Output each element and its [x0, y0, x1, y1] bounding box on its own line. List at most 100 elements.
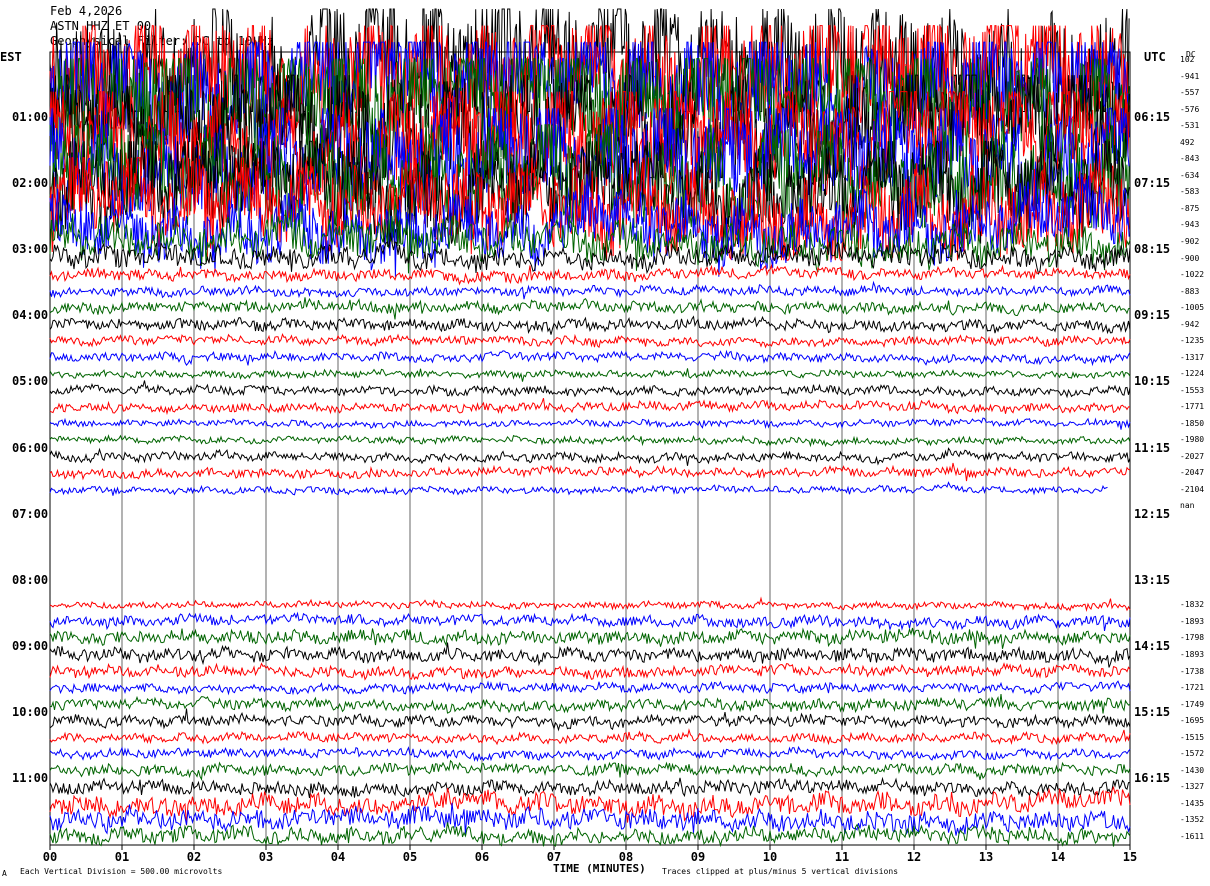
helicorder-plot: 00 01 02 03 04 05 06 07 08 09 10 11 12 13 14 15	[43, 8, 1137, 864]
seismic-trace	[49, 333, 1131, 349]
dc-offset-label: -941	[1180, 71, 1200, 81]
seismic-trace	[49, 694, 1131, 714]
seismic-trace	[49, 708, 1131, 732]
est-hour-label: 05:00	[12, 374, 49, 389]
x-tick-label: 00	[43, 850, 57, 864]
dc-offset-label: -1352	[1180, 815, 1205, 825]
dc-offset-label: -2104	[1180, 484, 1205, 494]
dc-offset-label: -1515	[1180, 732, 1205, 742]
seismic-trace	[49, 642, 1131, 668]
est-hour-label: 06:00	[12, 440, 49, 455]
dc-offset-label: -1721	[1180, 683, 1205, 693]
seismic-trace	[49, 759, 1131, 782]
dc-offset-label: -1224	[1180, 369, 1205, 379]
dc-offset-label: -1798	[1180, 633, 1205, 643]
dc-offset-label: -1771	[1180, 402, 1205, 412]
dc-offset-label: -1317	[1180, 352, 1205, 362]
dc-offset-label: 492	[1180, 137, 1195, 147]
utc-hour-label: 12:15	[1134, 506, 1171, 521]
est-hour-label: 10:00	[12, 704, 49, 719]
utc-hour-label: 09:15	[1134, 308, 1171, 323]
dc-offset-label: -1572	[1180, 749, 1205, 759]
dc-offset-label: -1235	[1180, 336, 1205, 346]
seismic-trace	[49, 611, 1131, 631]
x-tick-label: 11	[835, 850, 849, 864]
dc-offset-label: -1435	[1180, 798, 1205, 808]
dc-offset-label: -1832	[1180, 600, 1205, 610]
est-hour-label: 01:00	[12, 110, 49, 125]
est-hour-label: 02:00	[12, 176, 49, 191]
dc-offset-label: -557	[1180, 88, 1200, 98]
dc-offset-label: -1893	[1180, 650, 1205, 659]
x-tick-label: 15	[1123, 850, 1137, 864]
seismic-trace	[49, 368, 1131, 382]
seismic-trace	[49, 728, 1131, 746]
dc-offset-label: -883	[1180, 286, 1200, 296]
est-hour-label: 07:00	[12, 506, 49, 521]
dc-offset-label: -1738	[1180, 666, 1205, 676]
dc-offset-label: -1749	[1180, 699, 1205, 709]
dc-offset-label: -1022	[1180, 270, 1205, 280]
x-tick-label: 01	[115, 850, 129, 864]
seismic-trace	[49, 776, 1130, 799]
x-tick-label: 10	[763, 850, 777, 864]
dc-offset-label: -2027	[1180, 451, 1205, 461]
seismic-trace	[49, 462, 1131, 482]
utc-hour-label: 10:15	[1134, 374, 1171, 389]
utc-hour-label: 11:15	[1134, 440, 1171, 455]
utc-hour-label: 15:15	[1134, 704, 1171, 719]
est-hour-label: 03:00	[12, 242, 49, 257]
x-tick-label: 09	[691, 850, 705, 864]
seismic-trace	[49, 447, 1131, 466]
dc-offset-label: -1430	[1180, 765, 1205, 775]
dc-offset-label: -576	[1180, 104, 1200, 114]
seismic-trace	[49, 417, 1131, 430]
right-axis-title: UTC	[1144, 50, 1166, 64]
x-tick-label: 03	[259, 850, 273, 864]
x-tick-label: 14	[1051, 850, 1065, 864]
dc-offset-label: -875	[1180, 203, 1200, 213]
dc-offset-label: -2047	[1180, 468, 1205, 478]
x-tick-label: 13	[979, 850, 993, 864]
seismic-trace	[49, 349, 1131, 367]
dc-offset-label: -583	[1180, 187, 1200, 197]
dc-offset-label: 102	[1180, 55, 1195, 65]
utc-hour-label: 07:15	[1134, 176, 1171, 191]
dc-offset-label: -843	[1180, 154, 1200, 164]
dc-offset-label: -902	[1180, 236, 1200, 246]
x-tick-label: 04	[331, 850, 345, 864]
dc-offset-label: -1611	[1180, 831, 1205, 841]
seismic-trace	[49, 627, 1131, 649]
utc-hour-label: 08:15	[1134, 242, 1171, 257]
dc-offset-label: -1695	[1180, 716, 1205, 726]
seismic-trace	[49, 380, 1131, 399]
x-tick-label: 12	[907, 850, 921, 864]
vertical-division-note: Each Vertical Division = 500.00 microvol…	[20, 867, 223, 876]
utc-hour-label: 06:15	[1134, 110, 1171, 125]
seismic-trace	[49, 596, 1131, 612]
dc-offset-label: -1850	[1180, 418, 1205, 428]
est-hour-label: 09:00	[12, 638, 49, 653]
seismic-trace	[49, 434, 1131, 448]
seismic-trace	[49, 481, 1108, 496]
seismic-trace	[49, 680, 1131, 696]
est-hour-label: 11:00	[12, 770, 49, 785]
dc-offset-label: -942	[1180, 319, 1200, 329]
dc-offset-label: -634	[1180, 170, 1200, 180]
dc-offset-label: -900	[1180, 253, 1200, 263]
dc-offset-label: -1980	[1180, 435, 1205, 445]
est-hour-label: 08:00	[12, 572, 49, 587]
seismic-trace	[49, 398, 1130, 416]
est-hour-label: 04:00	[12, 308, 49, 323]
x-tick-label: 06	[475, 850, 489, 864]
clip-note: Traces clipped at plus/minus 5 vertical …	[662, 867, 899, 876]
seismic-trace	[49, 745, 1131, 762]
dc-offset-label: -1893	[1180, 616, 1205, 626]
dc-offset-label: -943	[1180, 220, 1200, 230]
seismic-trace	[49, 263, 1131, 286]
dc-offset-label: nan	[1180, 501, 1195, 511]
x-tick-label: 05	[403, 850, 417, 864]
dc-offset-label: -1005	[1180, 303, 1205, 313]
utc-hour-label: 14:15	[1134, 638, 1171, 653]
seismic-trace	[49, 315, 1131, 335]
